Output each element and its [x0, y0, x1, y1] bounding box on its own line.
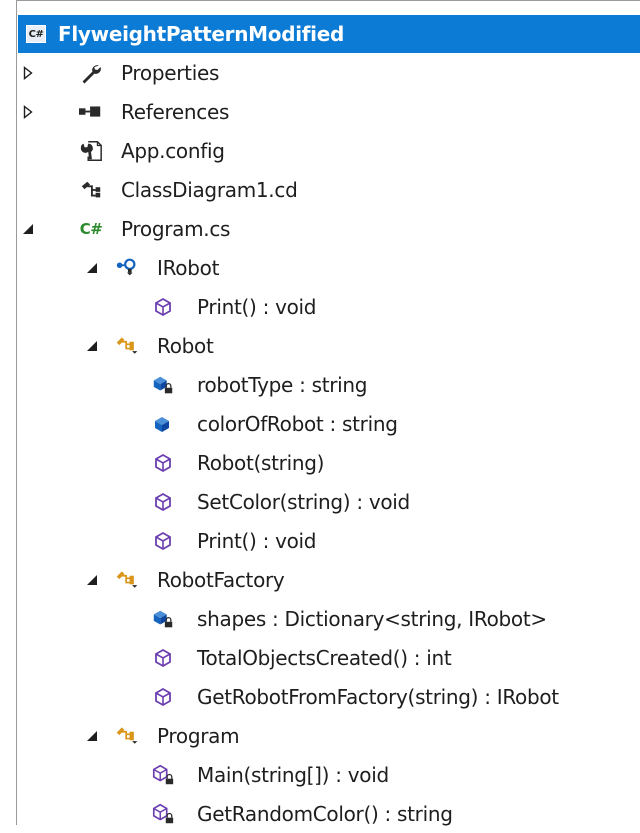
tree-item-label: Robot: [157, 334, 214, 358]
tree-item-label: shapes : Dictionary<string, IRobot>: [197, 607, 547, 631]
tree-item-label: Print() : void: [197, 295, 317, 319]
tree-item-program-class[interactable]: Program: [17, 717, 637, 755]
method-icon: [151, 646, 175, 670]
tree-item-label: Robot(string): [197, 451, 325, 475]
tree-item-irobot-print[interactable]: Print() : void: [17, 288, 637, 326]
tree-item-label: GetRobotFromFactory(string) : IRobot: [197, 685, 559, 709]
tree-item-label: ClassDiagram1.cd: [121, 178, 298, 202]
tree-item-label: References: [121, 100, 230, 124]
tree-item-getrandomcolor[interactable]: GetRandomColor() : string: [17, 795, 637, 833]
interface-icon: [115, 256, 139, 280]
tree-item-label: Main(string[]) : void: [197, 763, 389, 787]
solution-explorer-tree: C# FlyweightPatternModified Properties R…: [16, 0, 640, 826]
collapse-arrow-icon[interactable]: [85, 572, 99, 588]
tree-item-robot-ctor[interactable]: Robot(string): [17, 444, 637, 482]
tree-item-label: SetColor(string) : void: [197, 490, 410, 514]
method-icon: [151, 490, 175, 514]
method-icon: [151, 451, 175, 475]
class-icon: [115, 724, 139, 748]
tree-item-label: IRobot: [157, 256, 220, 280]
tree-item-shapes-field[interactable]: shapes : Dictionary<string, IRobot>: [17, 600, 637, 638]
tree-item-label: Program: [157, 724, 240, 748]
csharp-file-icon: C#: [79, 220, 103, 238]
tree-item-label: FlyweightPatternModified: [58, 22, 345, 46]
tree-item-robot-print[interactable]: Print() : void: [17, 522, 637, 560]
class-icon: [115, 334, 139, 358]
tree-item-label: Print() : void: [197, 529, 317, 553]
tree-item-app-config[interactable]: App.config: [17, 132, 637, 170]
tree-item-label: GetRandomColor() : string: [197, 802, 453, 826]
tree-item-label: Properties: [121, 61, 220, 85]
tree-item-class-diagram[interactable]: ClassDiagram1.cd: [17, 171, 637, 209]
private-method-icon: [151, 763, 175, 787]
tree-item-label: RobotFactory: [157, 568, 285, 592]
tree-item-robotfactory[interactable]: RobotFactory: [17, 561, 637, 599]
tree-item-label: App.config: [121, 139, 225, 163]
private-method-icon: [151, 802, 175, 826]
collapse-arrow-icon[interactable]: [85, 728, 99, 744]
tree-item-program-cs[interactable]: C# Program.cs: [17, 210, 637, 248]
collapse-arrow-icon[interactable]: [21, 221, 35, 237]
tree-item-label: TotalObjectsCreated() : int: [197, 646, 452, 670]
tree-item-robot[interactable]: Robot: [17, 327, 637, 365]
config-file-icon: [79, 139, 103, 163]
private-field-icon: [151, 373, 175, 397]
method-icon: [151, 685, 175, 709]
tree-item-references[interactable]: References: [17, 93, 637, 131]
tree-item-main[interactable]: Main(string[]) : void: [17, 756, 637, 794]
method-icon: [151, 529, 175, 553]
tree-item-label: Program.cs: [121, 217, 231, 241]
class-icon: [115, 568, 139, 592]
tree-item-getrobotfromfactory[interactable]: GetRobotFromFactory(string) : IRobot: [17, 678, 637, 716]
private-field-icon: [151, 607, 175, 631]
expand-arrow-icon[interactable]: [21, 104, 35, 120]
tree-item-colorofrobot-field[interactable]: colorOfRobot : string: [17, 405, 637, 443]
csharp-project-icon: C#: [24, 22, 48, 46]
tree-item-label: robotType : string: [197, 373, 368, 397]
tree-item-project[interactable]: C# FlyweightPatternModified: [18, 15, 640, 53]
collapse-arrow-icon[interactable]: [85, 338, 99, 354]
class-diagram-icon: [79, 178, 103, 202]
field-icon: [151, 412, 175, 436]
tree-item-robottype-field[interactable]: robotType : string: [17, 366, 637, 404]
references-icon: [79, 100, 103, 124]
expand-arrow-icon[interactable]: [21, 65, 35, 81]
tree-item-setcolor[interactable]: SetColor(string) : void: [17, 483, 637, 521]
tree-item-irobot[interactable]: IRobot: [17, 249, 637, 287]
collapse-arrow-icon[interactable]: [85, 260, 99, 276]
wrench-icon: [79, 61, 103, 85]
tree-item-totalobjectscreated[interactable]: TotalObjectsCreated() : int: [17, 639, 637, 677]
tree-item-properties[interactable]: Properties: [17, 54, 637, 92]
method-icon: [151, 295, 175, 319]
tree-item-label: colorOfRobot : string: [197, 412, 398, 436]
